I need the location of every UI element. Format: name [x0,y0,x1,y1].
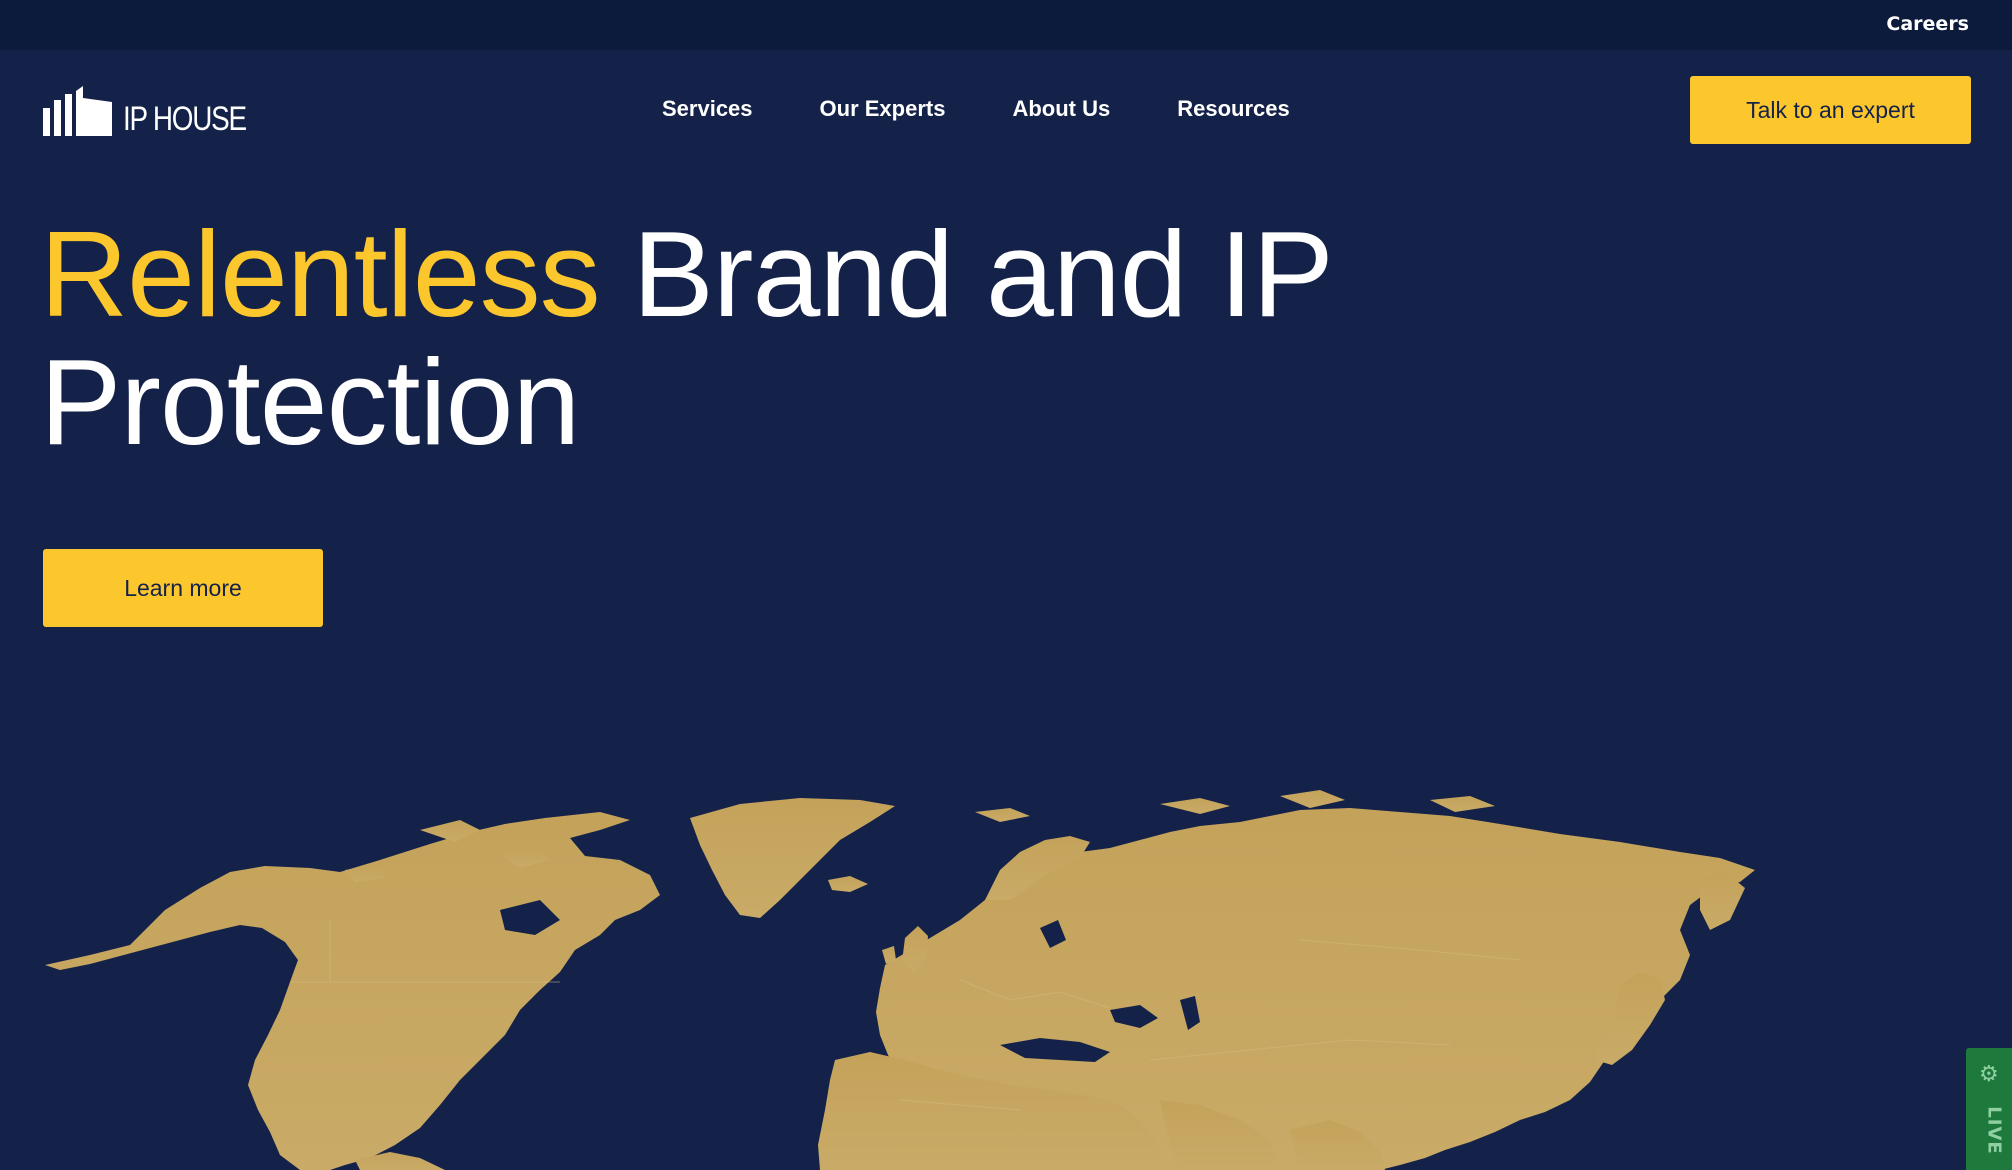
hero-title-accent: Relentless [40,206,601,342]
nav-item-our-experts[interactable]: Our Experts [820,96,946,122]
live-label: LIVE [1983,1106,2005,1155]
learn-more-button[interactable]: Learn more [43,549,323,627]
live-chat-tab[interactable]: ⚙ LIVE [1966,1048,2012,1170]
ip-house-buildings-icon [43,86,112,136]
nav-item-about-us[interactable]: About Us [1012,96,1110,122]
ip-house-logo[interactable]: IP HOUSE [43,86,283,138]
nav-item-services[interactable]: Services [662,96,753,122]
gear-icon: ⚙ [1979,1062,1999,1087]
careers-link[interactable]: Careers [1886,13,1969,35]
logo-wordmark: IP HOUSE [123,100,247,138]
hero-title: Relentless Brand and IP Protection [40,210,1440,466]
main-nav: Services Our Experts About Us Resources [662,96,1357,122]
nav-item-resources[interactable]: Resources [1177,96,1290,122]
talk-to-expert-button[interactable]: Talk to an expert [1690,76,1971,144]
world-map-icon [45,790,1755,1170]
top-utility-bar: Careers [0,0,2012,50]
